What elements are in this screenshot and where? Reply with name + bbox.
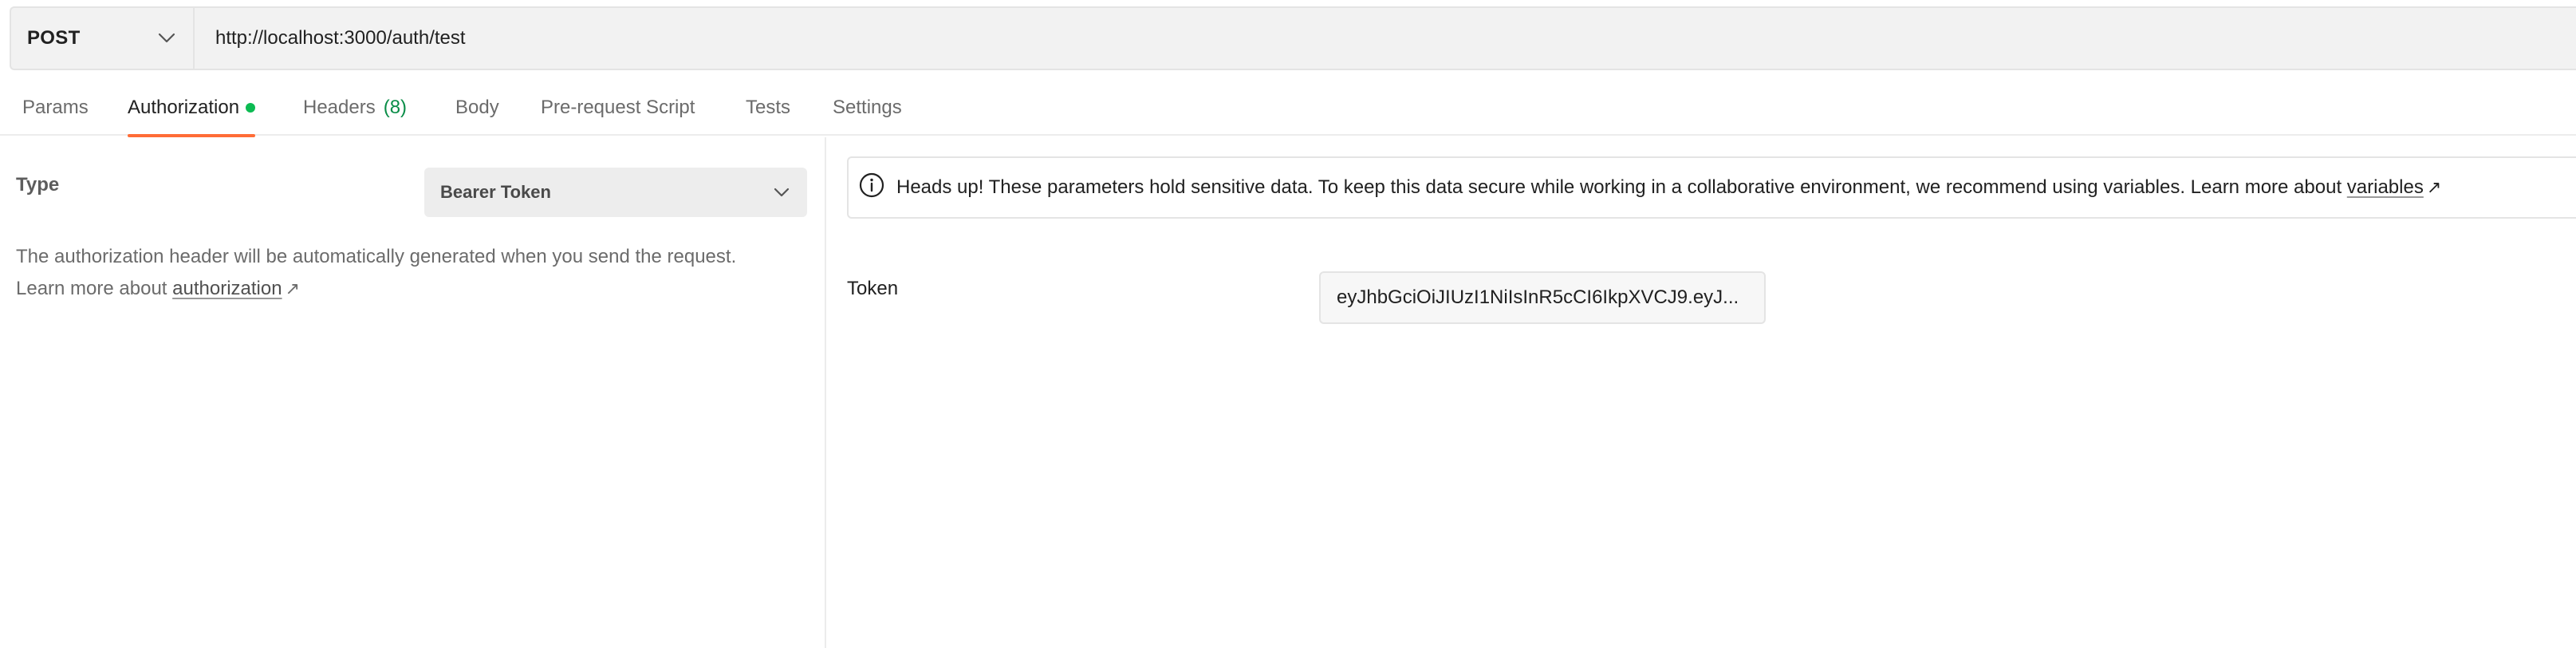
- tab-headers[interactable]: Headers (8): [303, 80, 407, 136]
- helper-text-body: The authorization header will be automat…: [16, 246, 737, 299]
- token-input[interactable]: eyJhbGciOiJIUzI1NiIsInR5cCI6IkpXVCJ9.eyJ…: [1319, 271, 1766, 324]
- tab-label: Body: [455, 97, 499, 118]
- auth-helper-text: The authorization header will be automat…: [16, 241, 782, 305]
- request-tabs: Params Authorization Headers (8) Body Pr…: [0, 80, 2576, 137]
- tab-body[interactable]: Body: [455, 80, 499, 136]
- tab-authorization[interactable]: Authorization: [128, 80, 256, 137]
- chevron-down-icon: [158, 33, 175, 44]
- tab-label: Pre-request Script: [541, 97, 695, 118]
- authorization-link[interactable]: authorization: [172, 278, 282, 299]
- auth-type-select[interactable]: Bearer Token: [424, 168, 807, 217]
- method-label: POST: [27, 27, 81, 49]
- token-value: eyJhbGciOiJIUzI1NiIsInR5cCI6IkpXVCJ9.eyJ…: [1337, 286, 1739, 308]
- method-select[interactable]: POST: [11, 8, 195, 69]
- tab-label: Authorization: [128, 97, 240, 118]
- url-input[interactable]: [195, 8, 2576, 69]
- tab-label: Headers: [303, 97, 376, 118]
- tab-params[interactable]: Params: [22, 80, 89, 136]
- active-indicator-dot: [246, 103, 256, 113]
- headers-count: (8): [383, 97, 408, 118]
- chevron-down-icon: [774, 188, 790, 198]
- tab-tests[interactable]: Tests: [746, 80, 790, 136]
- tab-label: Tests: [746, 97, 791, 118]
- variables-link[interactable]: variables: [2347, 176, 2424, 199]
- request-url-bar: POST: [10, 6, 2576, 70]
- banner-text: Heads up! These parameters hold sensitiv…: [896, 176, 2342, 198]
- info-icon: [858, 172, 896, 204]
- external-link-icon: ↗: [2426, 177, 2442, 197]
- auth-type-value: Bearer Token: [440, 182, 551, 202]
- external-link-icon: ↗: [285, 279, 301, 298]
- tab-settings[interactable]: Settings: [833, 80, 902, 136]
- tab-pre-request-script[interactable]: Pre-request Script: [541, 80, 695, 136]
- tab-label: Params: [22, 97, 89, 118]
- tab-label: Settings: [833, 97, 902, 118]
- sensitive-data-banner: Heads up! These parameters hold sensitiv…: [847, 156, 2576, 219]
- auth-type-pane: Type Bearer Token The authorization head…: [0, 137, 826, 648]
- type-label: Type: [16, 174, 60, 196]
- token-label: Token: [847, 278, 899, 299]
